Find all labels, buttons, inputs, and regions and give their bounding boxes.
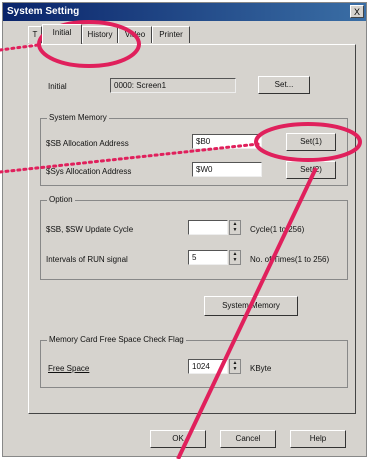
- free-space-spinner[interactable]: ▲ ▼: [229, 359, 241, 374]
- sb-address-label: $SB Allocation Address: [46, 139, 129, 148]
- run-signal-spinner[interactable]: ▲ ▼: [229, 250, 241, 265]
- free-space-label: Free Space: [48, 364, 90, 373]
- set1-button[interactable]: Set(1): [286, 133, 336, 151]
- sys-address-field[interactable]: $W0: [192, 162, 262, 177]
- run-signal-unit: No. of Times(1 to 256): [250, 255, 330, 264]
- run-signal-field[interactable]: 5: [188, 250, 228, 265]
- initial-screen-field: 0000: Screen1: [110, 78, 236, 93]
- update-cycle-label: $SB, $SW Update Cycle: [46, 225, 134, 234]
- update-cycle-field[interactable]: [188, 220, 228, 235]
- tab-initial[interactable]: Initial: [42, 24, 82, 44]
- initial-set-button[interactable]: Set...: [258, 76, 310, 94]
- tab-video[interactable]: Video: [118, 26, 152, 43]
- window-title: System Setting: [7, 6, 80, 17]
- memory-card-title: Memory Card Free Space Check Flag: [47, 335, 186, 344]
- close-button[interactable]: X: [350, 5, 364, 18]
- option-group: Option: [40, 195, 348, 280]
- sys-address-label: $Sys Allocation Address: [46, 167, 132, 176]
- ok-button[interactable]: OK: [150, 430, 206, 448]
- sb-address-field[interactable]: $B0: [192, 134, 262, 149]
- system-memory-button[interactable]: System Memory: [204, 296, 298, 316]
- run-signal-label: Intervals of RUN signal: [46, 255, 128, 264]
- free-space-unit: KByte: [250, 364, 272, 373]
- cancel-button[interactable]: Cancel: [220, 430, 276, 448]
- tab-history[interactable]: History: [82, 26, 118, 43]
- set2-button[interactable]: Set(2): [286, 161, 336, 179]
- option-title: Option: [47, 195, 75, 204]
- tab-first[interactable]: T: [28, 26, 42, 43]
- help-button[interactable]: Help: [290, 430, 346, 448]
- system-memory-title: System Memory: [47, 113, 109, 122]
- free-space-field[interactable]: 1024: [188, 359, 228, 374]
- tab-printer[interactable]: Printer: [152, 26, 190, 43]
- update-cycle-unit: Cycle(1 to 256): [250, 225, 305, 234]
- title-bar: System Setting X: [3, 3, 366, 21]
- initial-label: Initial: [48, 82, 67, 91]
- update-cycle-spinner[interactable]: ▲ ▼: [229, 220, 241, 235]
